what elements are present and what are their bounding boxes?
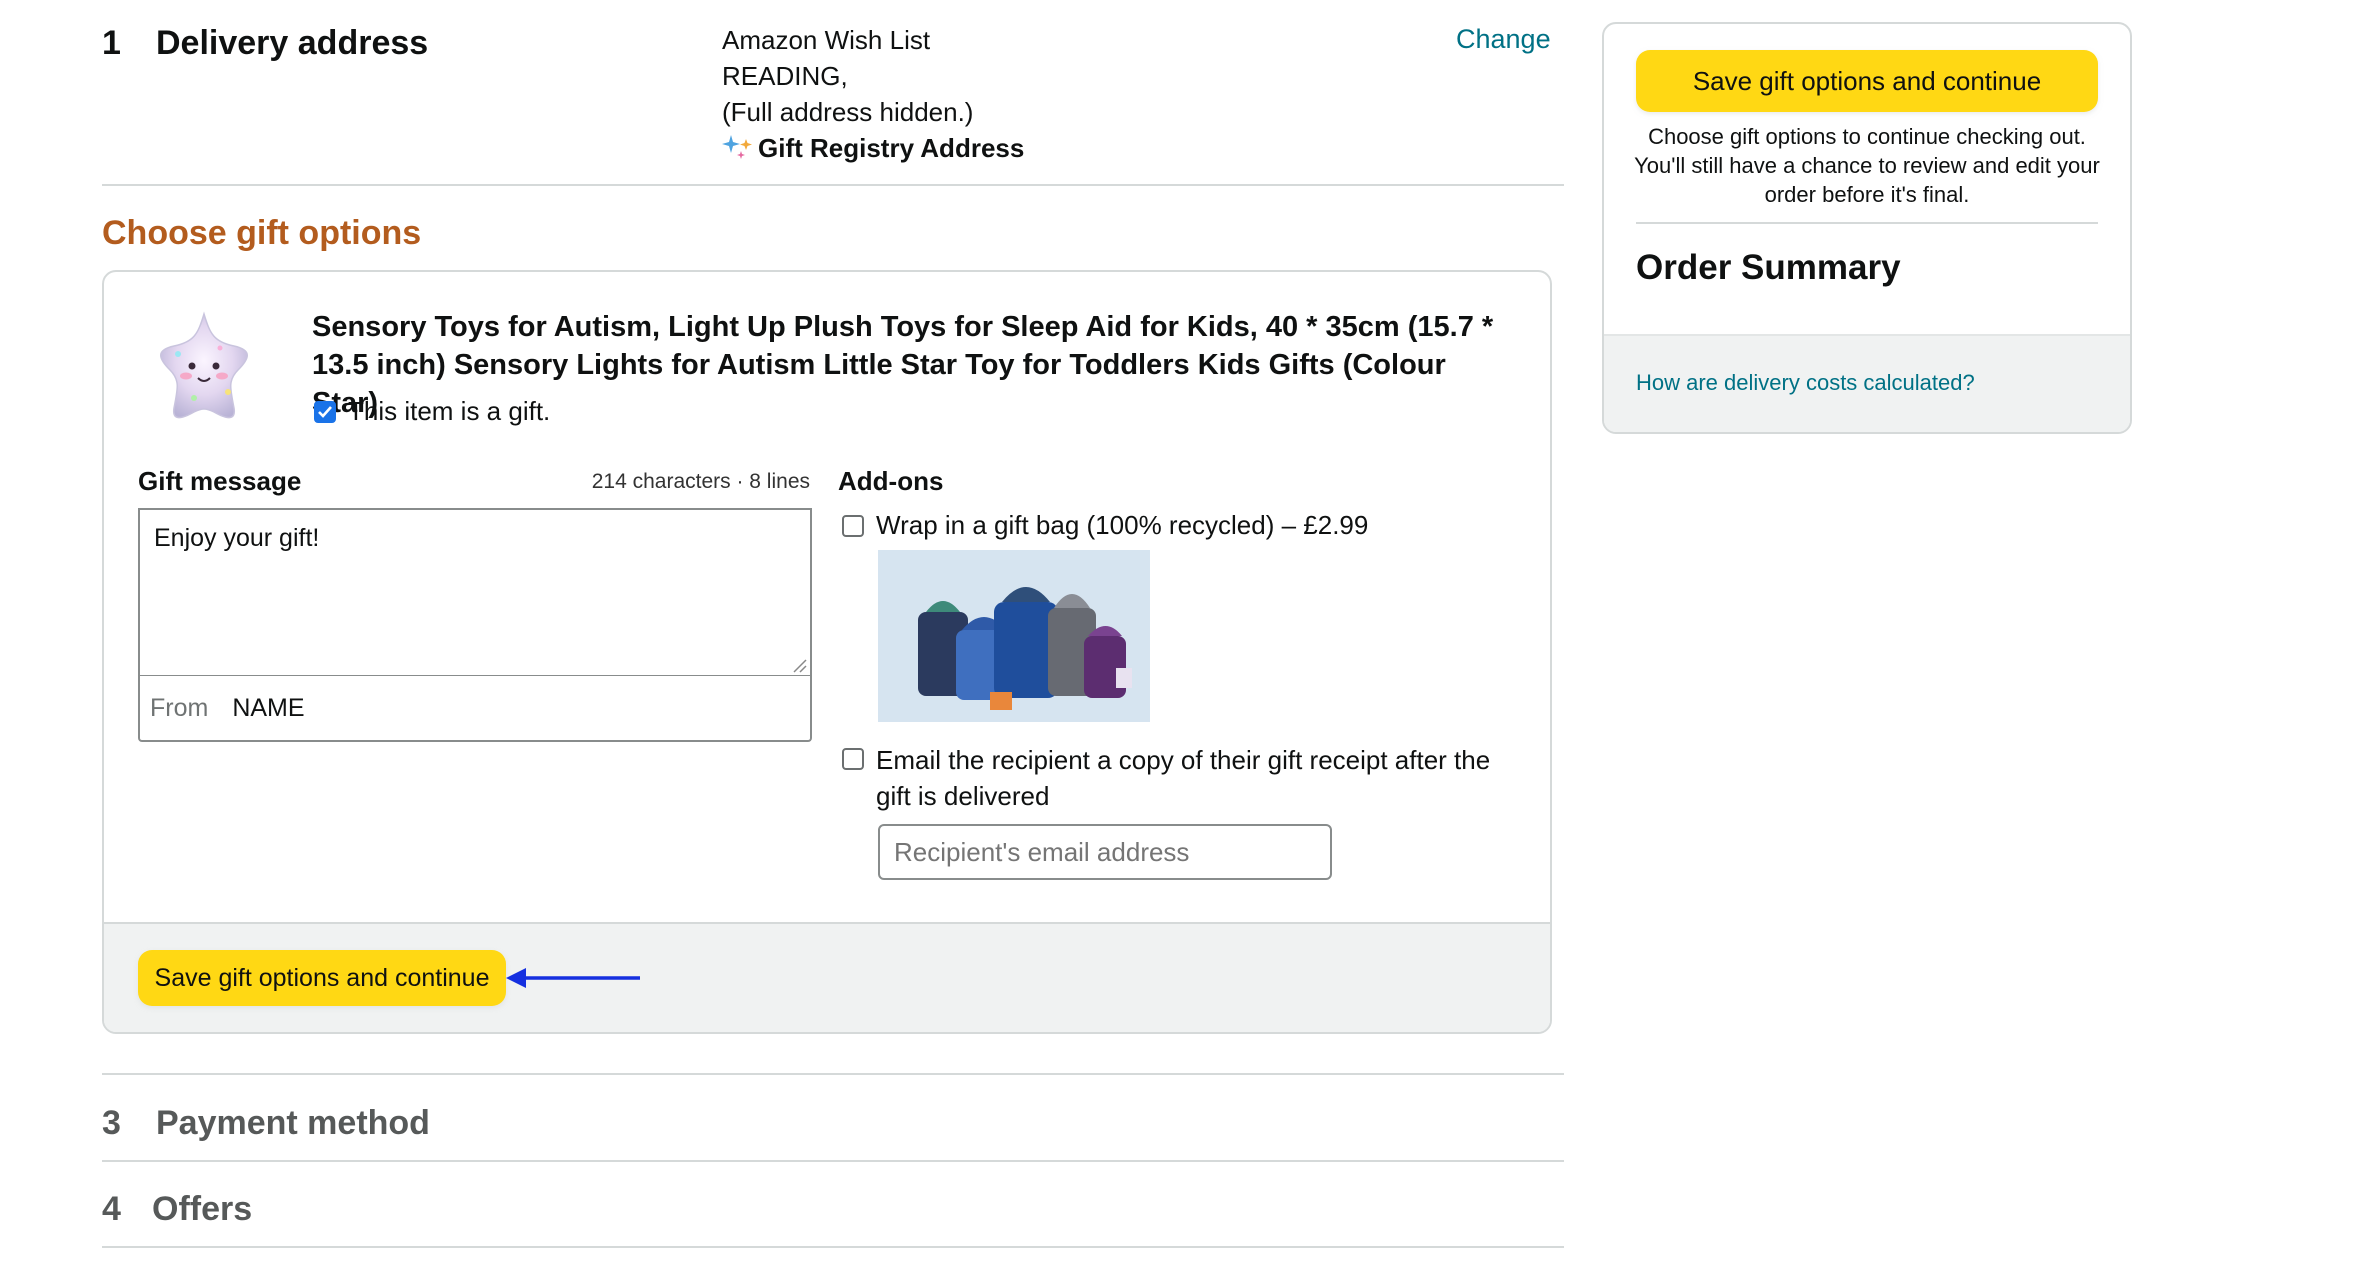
section-divider xyxy=(102,1073,1564,1075)
delivery-step-number: 1 xyxy=(102,24,121,62)
address-line-2: READING, xyxy=(722,61,848,91)
order-summary-title: Order Summary xyxy=(1636,248,1901,287)
product-image xyxy=(148,308,260,424)
gift-wrap-row: Wrap in a gift bag (100% recycled) – £2.… xyxy=(842,510,1368,541)
gift-message-label: Gift message xyxy=(138,466,302,496)
gift-options-heading: Choose gift options xyxy=(102,214,422,252)
gift-message-limit: 214 characters · 8 lines xyxy=(591,470,810,493)
offers-title: Offers xyxy=(152,1190,253,1228)
delivery-costs-link[interactable]: How are delivery costs calculated? xyxy=(1636,370,1975,396)
summary-footer: How are delivery costs calculated? xyxy=(1604,334,2130,432)
summary-divider xyxy=(1636,222,2098,224)
gift-wrap-label: Wrap in a gift bag (100% recycled) – £2.… xyxy=(876,510,1369,540)
address-line-1: Amazon Wish List xyxy=(722,25,931,55)
addons-label: Add-ons xyxy=(838,466,944,496)
gift-registry-address: Gift Registry Address xyxy=(722,130,1024,166)
recipient-email-input[interactable] xyxy=(878,824,1332,880)
gift-registry-label: Gift Registry Address xyxy=(758,133,1025,163)
sparkle-icon xyxy=(722,133,756,163)
change-address-link[interactable]: Change xyxy=(1456,24,1551,55)
gift-options-panel: Sensory Toys for Autism, Light Up Plush … xyxy=(102,270,1552,1034)
section-divider xyxy=(102,1246,1564,1248)
from-label: From xyxy=(150,693,209,722)
from-value: NAME xyxy=(232,693,305,722)
resize-handle-icon[interactable] xyxy=(790,656,808,674)
email-receipt-row: Email the recipient a copy of their gift… xyxy=(842,742,1522,814)
offers-step-number: 4 xyxy=(102,1190,121,1228)
is-gift-label: This item is a gift. xyxy=(348,396,551,426)
is-gift-row: This item is a gift. xyxy=(314,396,550,427)
summary-note: Choose gift options to continue checking… xyxy=(1634,124,2100,207)
section-divider xyxy=(102,1160,1564,1162)
payment-title: Payment method xyxy=(156,1104,430,1142)
gift-options-footer: Save gift options and continue xyxy=(104,922,1550,1032)
gift-message-textarea[interactable]: Enjoy your gift! xyxy=(138,508,812,676)
email-receipt-label: Email the recipient a copy of their gift… xyxy=(876,745,1491,811)
address-line-3: (Full address hidden.) xyxy=(722,97,974,127)
gift-wrap-checkbox[interactable] xyxy=(842,514,864,537)
delivery-address-block: Amazon Wish List READING, (Full address … xyxy=(722,22,1024,166)
payment-step-number: 3 xyxy=(102,1104,121,1142)
delivery-title: Delivery address xyxy=(156,24,429,62)
summary-save-button[interactable]: Save gift options and continue xyxy=(1636,50,2098,112)
save-gift-options-button[interactable]: Save gift options and continue xyxy=(138,950,506,1006)
arrow-left-icon xyxy=(504,964,644,992)
gift-from-field[interactable]: From NAME xyxy=(138,676,812,742)
is-gift-checkbox[interactable] xyxy=(314,400,336,423)
email-receipt-checkbox[interactable] xyxy=(842,748,864,770)
section-divider xyxy=(102,184,1564,186)
order-summary-card: Save gift options and continue Choose gi… xyxy=(1602,22,2132,434)
gift-bag-image xyxy=(878,550,1150,722)
